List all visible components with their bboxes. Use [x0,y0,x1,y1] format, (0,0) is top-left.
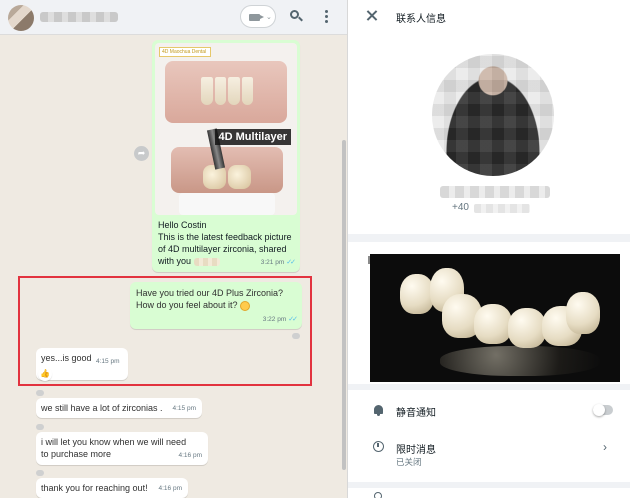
contact-info-pane: 联系人信息 +40 静音通知 限时消息 已关闭 › [348,0,630,498]
message-time: 4:16 pm [158,485,183,492]
close-icon[interactable] [364,8,380,24]
reaction-placeholder-icon [36,470,44,476]
video-camera-icon [249,14,264,21]
message-time: 4:16 pm [178,452,203,459]
contact-name-blurred[interactable] [40,12,118,22]
info-header: 联系人信息 [348,0,630,35]
profile-name-blurred [440,186,550,198]
reaction-placeholder-icon [36,390,44,396]
zirconia-crown-photo[interactable] [370,254,620,382]
forward-icon[interactable]: ➦ [134,146,149,161]
chevron-right-icon[interactable]: › [603,440,607,454]
message-incoming[interactable]: thank you for reaching out! 4:16 pm [36,478,188,498]
message-incoming[interactable]: i will let you know when we will need to… [36,432,208,465]
encryption-icon [374,492,382,498]
disappearing-messages-status: 已关闭 [396,457,422,467]
section-divider [348,234,630,242]
blurred-emoji [193,257,220,266]
profile-photo[interactable] [432,54,554,176]
bell-icon [374,405,383,416]
chat-header: ⌄ [0,0,347,35]
image-overlay-label: 4D Multilayer [214,129,291,145]
phone-number-blurred [474,204,530,213]
brand-logo: 4D Maochua Dental [159,47,211,57]
timer-icon [373,441,384,452]
mute-toggle[interactable] [593,404,613,416]
phone-number: +40 [452,202,469,213]
contact-avatar[interactable] [8,5,34,31]
reaction-placeholder-icon [36,424,44,430]
more-menu-icon[interactable] [317,7,335,25]
image-message[interactable]: 4D Maochua Dental 4D Multilayer Hello Co… [152,40,300,272]
info-title: 联系人信息 [396,14,446,25]
search-icon[interactable] [287,7,305,25]
read-ticks-icon: ✓✓ [286,259,296,266]
message-incoming[interactable]: we still have a lot of zirconias . 4:15 … [36,398,202,418]
mute-notifications-label[interactable]: 静音通知 [396,404,436,419]
message-time: 3:21 pm ✓✓ [260,259,296,266]
video-call-button[interactable]: ⌄ [240,5,276,28]
chat-scrollbar[interactable] [342,140,346,470]
message-time: 4:15 pm [172,405,197,412]
highlight-box [18,276,312,386]
chevron-down-icon: ⌄ [266,14,272,21]
section-divider [348,384,630,390]
disappearing-messages-label[interactable]: 限时消息 [396,441,436,456]
chat-pane: ⌄ ➦ 4D Maochua Dental 4D Multilayer Hell… [0,0,348,498]
dental-model-photo[interactable]: 4D Maochua Dental 4D Multilayer [155,43,297,215]
section-divider [348,482,630,488]
